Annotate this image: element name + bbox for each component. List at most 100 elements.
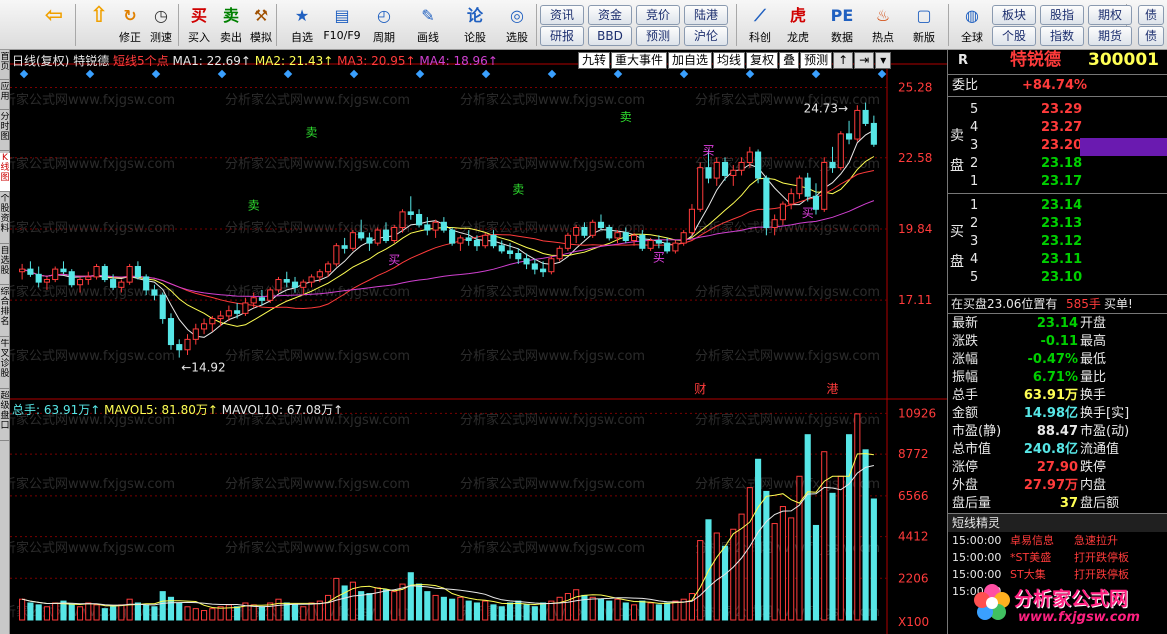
toolbar-small-button[interactable]: 期权 xyxy=(1088,5,1132,25)
candle-body[interactable] xyxy=(118,281,125,288)
candle-body[interactable] xyxy=(870,122,877,145)
candle-body[interactable] xyxy=(167,318,175,346)
candle-body[interactable] xyxy=(308,276,315,283)
candle-body[interactable] xyxy=(234,310,241,314)
candle-body[interactable] xyxy=(60,268,67,273)
candle-body[interactable] xyxy=(341,245,348,249)
left-tab-4[interactable]: 个股资料 xyxy=(0,194,10,244)
kline-chart-svg[interactable]: 25.28 22.58 19.84 17.11 10926 8772 6566 4412 220… xyxy=(10,50,947,634)
toolbar-chart-button[interactable]: ⟋ 科创 xyxy=(742,2,778,48)
toolbar-small-button[interactable]: 竞价 xyxy=(636,5,680,25)
candle-body[interactable] xyxy=(449,229,456,244)
volume-bar[interactable] xyxy=(523,604,530,621)
volume-bar[interactable] xyxy=(283,602,290,621)
candle-body[interactable] xyxy=(548,258,555,273)
volume-bar[interactable] xyxy=(779,506,786,621)
chart-menu-item[interactable]: 加自选 xyxy=(668,52,713,69)
volume-bar[interactable] xyxy=(862,449,869,621)
volume-bar[interactable] xyxy=(490,604,497,621)
candle-body[interactable] xyxy=(19,268,26,273)
toolbar-gavel-button[interactable]: ⚒ 模拟 xyxy=(246,2,276,48)
toolbar-clock-button[interactable]: ◷ 测速 xyxy=(146,2,176,48)
volume-bar[interactable] xyxy=(755,458,762,621)
toolbar-new-version-button[interactable]: ▢ 新版 xyxy=(906,2,942,48)
volume-bar[interactable] xyxy=(101,608,108,621)
news-header[interactable]: 短线精灵 xyxy=(948,514,1167,532)
candle-body[interactable] xyxy=(209,318,216,325)
volume-bar[interactable] xyxy=(126,598,133,621)
candle-body[interactable] xyxy=(597,221,605,228)
toolbar-small-button[interactable]: 个股 xyxy=(992,26,1036,46)
event-marker[interactable] xyxy=(19,69,29,79)
volume-bar[interactable] xyxy=(391,591,398,621)
toolbar-pencil-button[interactable]: ✎ 画线 xyxy=(410,2,446,48)
candle-body[interactable] xyxy=(655,240,662,244)
candle-body[interactable] xyxy=(316,271,323,278)
volume-bar[interactable] xyxy=(118,604,125,621)
indicator-label[interactable]: 短线5个点 xyxy=(113,54,169,68)
event-marker[interactable] xyxy=(151,69,161,79)
candle-body[interactable] xyxy=(622,232,629,242)
candle-body[interactable] xyxy=(688,208,696,234)
candle-body[interactable] xyxy=(804,177,811,197)
volume-bar[interactable] xyxy=(556,596,563,621)
buy-level-row[interactable]: 4 23.11 xyxy=(948,251,1167,269)
chart-menu-item[interactable]: 叠 xyxy=(779,52,800,69)
sell-level-row[interactable]: 1 23.17 xyxy=(948,173,1167,191)
volume-bar[interactable] xyxy=(622,602,629,621)
volume-bar[interactable] xyxy=(267,602,274,621)
candle-body[interactable] xyxy=(101,266,108,281)
candle-body[interactable] xyxy=(200,323,208,330)
candle-body[interactable] xyxy=(705,167,712,179)
volume-bar[interactable] xyxy=(415,583,423,621)
volume-bar[interactable] xyxy=(482,600,489,621)
toolbar-small-button[interactable]: 债 xyxy=(1138,5,1164,25)
volume-bar[interactable] xyxy=(837,475,844,621)
hk-connect-label[interactable]: 港 xyxy=(827,382,839,396)
candle-body[interactable] xyxy=(407,211,414,215)
candle-body[interactable] xyxy=(93,266,100,278)
candle-body[interactable] xyxy=(581,226,588,236)
candle-body[interactable] xyxy=(358,232,365,239)
candle-body[interactable] xyxy=(837,133,844,169)
candle-body[interactable] xyxy=(614,232,621,239)
toolbar-buy-button[interactable]: 买买入 xyxy=(184,2,214,48)
toolbar-fire-button[interactable]: ♨ 热点 xyxy=(866,2,900,48)
volume-bar[interactable] xyxy=(746,487,753,621)
candle-body[interactable] xyxy=(440,221,447,231)
volume-bar[interactable] xyxy=(589,596,596,621)
candle-body[interactable] xyxy=(43,279,51,283)
volume-bar[interactable] xyxy=(358,591,365,621)
volume-bar[interactable] xyxy=(68,604,75,621)
news-item[interactable]: 15:00:00 卓易信息 急速拉升 xyxy=(948,532,1167,550)
volume-bar[interactable] xyxy=(672,600,679,621)
candle-body[interactable] xyxy=(680,232,687,244)
volume-bar[interactable] xyxy=(159,591,166,621)
candle-body[interactable] xyxy=(697,167,704,210)
volume-bar[interactable] xyxy=(796,475,803,621)
candle-body[interactable] xyxy=(854,109,861,140)
candle-body[interactable] xyxy=(540,268,547,273)
toolbar-small-button[interactable]: 期货 xyxy=(1088,26,1132,46)
sell-level-row[interactable]: 5 23.29 xyxy=(948,101,1167,119)
candle-body[interactable] xyxy=(647,240,654,249)
candle-body[interactable] xyxy=(664,242,671,252)
candle-body[interactable] xyxy=(788,193,795,205)
volume-bar[interactable] xyxy=(134,602,141,621)
candle-body[interactable] xyxy=(225,310,232,317)
volume-bar[interactable] xyxy=(19,598,26,621)
volume-bar[interactable] xyxy=(258,606,266,621)
volume-bar[interactable] xyxy=(449,598,456,621)
volume-bar[interactable] xyxy=(291,604,299,621)
volume-bar[interactable] xyxy=(300,606,307,621)
volume-bar[interactable] xyxy=(730,528,737,621)
candle-body[interactable] xyxy=(333,245,340,265)
volume-bar[interactable] xyxy=(457,596,464,621)
event-marker[interactable] xyxy=(877,69,887,79)
volume-bar[interactable] xyxy=(151,606,158,621)
candle-body[interactable] xyxy=(556,247,563,260)
volume-bar[interactable] xyxy=(76,606,84,621)
candle-body[interactable] xyxy=(424,224,431,231)
buy-level-row[interactable]: 5 23.10 xyxy=(948,269,1167,287)
candle-body[interactable] xyxy=(606,226,613,239)
